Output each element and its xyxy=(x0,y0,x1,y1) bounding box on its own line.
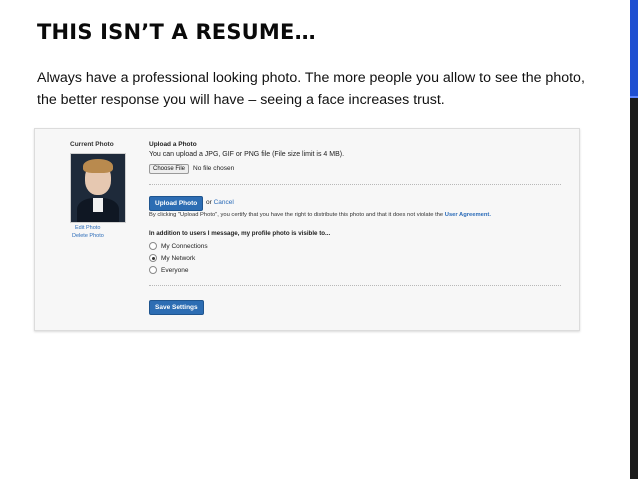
visibility-label: In addition to users I message, my profi… xyxy=(149,230,331,237)
upload-photo-description: You can upload a JPG, GIF or PNG file (F… xyxy=(149,151,345,158)
or-cancel: or Cancel xyxy=(206,199,234,206)
upload-photo-button[interactable]: Upload Photo xyxy=(149,196,204,211)
radio-my-connections[interactable]: My Connections xyxy=(149,242,208,250)
radio-button-checked[interactable] xyxy=(149,254,157,262)
or-text: or xyxy=(206,199,212,206)
save-settings-button[interactable]: Save Settings xyxy=(149,300,204,315)
slide-side-bar xyxy=(630,0,638,479)
radio-label: My Network xyxy=(161,254,196,262)
slide-body-text: Always have a professional looking photo… xyxy=(37,70,585,108)
radio-my-network[interactable]: My Network xyxy=(149,254,195,262)
edit-photo-link[interactable]: Edit Photo xyxy=(75,225,100,231)
photo-settings-panel: Current Photo Edit Photo Delete Photo Up… xyxy=(34,128,580,331)
cancel-link[interactable]: Cancel xyxy=(214,199,234,206)
profile-photo xyxy=(70,153,126,223)
radio-button[interactable] xyxy=(149,242,157,250)
photo-hair xyxy=(83,159,113,173)
radio-label: My Connections xyxy=(161,242,208,250)
divider xyxy=(149,184,561,185)
user-agreement-link[interactable]: User Agreement. xyxy=(445,212,491,218)
slide-title: THIS ISN’T A RESUME… xyxy=(37,20,316,44)
agreement-notice: By clicking "Upload Photo", you certify … xyxy=(149,212,491,218)
radio-button[interactable] xyxy=(149,266,157,274)
current-photo-label: Current Photo xyxy=(70,141,114,148)
agreement-text: By clicking "Upload Photo", you certify … xyxy=(149,212,444,218)
side-bar-accent-line xyxy=(630,96,638,98)
divider xyxy=(149,285,561,286)
radio-label: Everyone xyxy=(161,266,189,274)
radio-everyone[interactable]: Everyone xyxy=(149,266,188,274)
choose-file-button[interactable]: Choose File xyxy=(149,164,190,174)
side-bar-accent xyxy=(630,0,638,96)
delete-photo-link[interactable]: Delete Photo xyxy=(72,233,104,239)
no-file-chosen-text: No file chosen xyxy=(193,165,235,172)
photo-collar xyxy=(93,198,103,212)
upload-photo-title: Upload a Photo xyxy=(149,141,197,148)
